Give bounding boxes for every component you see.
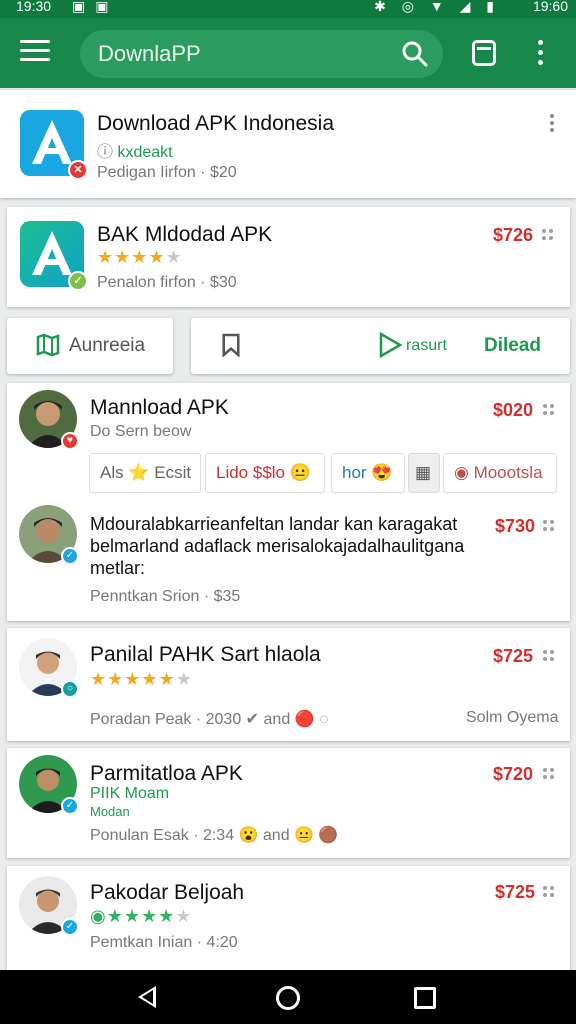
hamburger-menu-icon[interactable]	[20, 40, 50, 66]
verified-badge-icon: ✓	[61, 797, 79, 815]
drag-handle-icon[interactable]	[543, 650, 555, 662]
item-meta: Ponulan Esak · 2:34 😮 and 😐 🟤	[90, 827, 339, 844]
avatar: ✓	[19, 505, 79, 565]
item-meta: Poradan Peak · 2030 ✔ and 🔴 ◌	[90, 711, 329, 728]
map-icon	[36, 333, 60, 357]
review-price: $020	[493, 400, 534, 420]
rating-stars: ◉★★★★★	[90, 906, 193, 926]
filter-chip[interactable]: Lido $$lo 😐	[205, 453, 325, 493]
featured-app-card[interactable]: ✕ Download APK Indonesia ⓘ kxdeakt Pedig…	[0, 90, 576, 198]
tab-middle-label: rasurt	[406, 337, 447, 354]
notification-icons: ▣▣	[72, 0, 119, 14]
verified-check-icon: ✓	[68, 271, 88, 291]
app-meta: Penalon firfon · $30	[97, 274, 237, 291]
info-icon: ⓘ	[97, 144, 118, 161]
drag-handle-icon[interactable]	[542, 229, 554, 241]
app-tag-text: kxdeakt	[117, 144, 173, 161]
signal-icons: ✱ ◎ ▼ ◢ ▮	[374, 0, 500, 14]
item-price: $720	[493, 764, 534, 784]
item-title: Panilal PAHK Sart hlaola	[90, 643, 321, 666]
more-options-icon[interactable]	[550, 114, 556, 134]
app-title: BAK Mldodad APK	[97, 223, 273, 246]
filter-chip[interactable]: ▦	[408, 453, 440, 493]
avatar: ✓	[19, 876, 79, 936]
item-meta: Pemtkan Inian · 4:20	[90, 934, 238, 951]
status-time-left: 19:30	[16, 0, 52, 14]
error-badge-icon: ✕	[68, 160, 88, 180]
play-icon	[379, 332, 403, 358]
app-price: $726	[493, 225, 534, 245]
filter-chip[interactable]: Als ⭐ Ecsit	[89, 453, 201, 493]
verified-badge-icon: ○	[61, 680, 79, 698]
app-logo-icon: ✓	[20, 221, 88, 291]
app-logo-icon: ✕	[20, 110, 88, 180]
app-bar	[0, 18, 576, 88]
item-price: $725	[495, 882, 536, 902]
tab-download[interactable]: rasurt Dilead	[191, 318, 570, 374]
avatar: ♥	[19, 390, 79, 450]
reviewer-sub: Do Sern beow	[90, 423, 192, 440]
list-item-card[interactable]: ○ Panilal PAHK Sart hlaola ★★★★★★ Porada…	[7, 628, 570, 741]
search-input[interactable]	[98, 38, 388, 70]
status-time-right: 19:60	[532, 0, 568, 14]
rating-stars: ★★★★★★	[90, 669, 193, 689]
filter-chip[interactable]: hor 😍	[331, 453, 405, 493]
item-title: Pakodar Beljoah	[90, 881, 245, 904]
app-title: Download APK Indonesia	[97, 112, 334, 135]
recent-apps-icon[interactable]	[414, 987, 436, 1009]
review-card[interactable]: ♥ Mannload APK Do Sern beow $020 ✓ Mdour…	[7, 383, 570, 621]
drag-handle-icon[interactable]	[543, 768, 555, 780]
list-item-card[interactable]: ✓ Pakodar Beljoah ◉★★★★★ Pemtkan Inian ·…	[7, 866, 570, 970]
tab-label: Aunreeia	[69, 335, 146, 356]
review-meta: Penntkan Srion · $35	[90, 588, 241, 605]
rating-stars: ★★★★★	[97, 247, 183, 267]
item-price: $725	[493, 646, 534, 666]
app-meta: Pedigan Iirfon · $20	[97, 164, 237, 181]
featured-app-card[interactable]: ✓ BAK Mldodad APK ★★★★★ Penalon firfon ·…	[7, 207, 570, 307]
verified-badge-icon: ✓	[61, 918, 79, 936]
chip-label: Moootsla	[473, 463, 543, 482]
home-icon[interactable]	[276, 986, 300, 1010]
filter-chip[interactable]: ◉ Moootsla	[443, 453, 557, 493]
app-tag: ⓘ kxdeakt	[97, 138, 173, 162]
status-bar: 19:30 ▣▣ ✱ ◎ ▼ ◢ ▮ 19:60	[0, 0, 576, 18]
avatar: ○	[19, 638, 79, 698]
reviewer-name: Mannload APK	[90, 396, 229, 419]
list-item-card[interactable]: ✓ Parmitatloa APK PIIK Moam Modan Ponula…	[7, 748, 570, 858]
system-nav-bar	[0, 970, 576, 1024]
item-tag-secondary: Modan	[90, 804, 130, 819]
verified-badge-icon: ✓	[61, 547, 79, 565]
tab-area[interactable]: Aunreeia	[7, 318, 173, 374]
drag-handle-icon[interactable]	[543, 886, 555, 898]
drag-handle-icon[interactable]	[543, 404, 555, 416]
item-title: Parmitatloa APK	[90, 762, 243, 785]
item-tag: PIIK Moam	[90, 785, 170, 802]
tab-label: Dilead	[484, 335, 542, 356]
review-price: $730	[495, 516, 536, 536]
user-icon: ◉	[454, 463, 474, 482]
bookmark-icon	[222, 333, 240, 357]
back-icon[interactable]	[138, 986, 156, 1008]
search-bar[interactable]	[80, 30, 443, 78]
item-right-text: Solm Oyema	[466, 709, 559, 726]
avatar: ✓	[19, 755, 79, 815]
search-icon[interactable]	[401, 40, 429, 68]
cart-icon[interactable]	[472, 40, 496, 66]
drag-handle-icon[interactable]	[543, 520, 555, 532]
heart-badge-icon: ♥	[61, 432, 79, 450]
review-text: Mdouralabkarrieanfeltan landar kan karag…	[90, 514, 465, 578]
overflow-menu-icon[interactable]	[538, 40, 546, 68]
